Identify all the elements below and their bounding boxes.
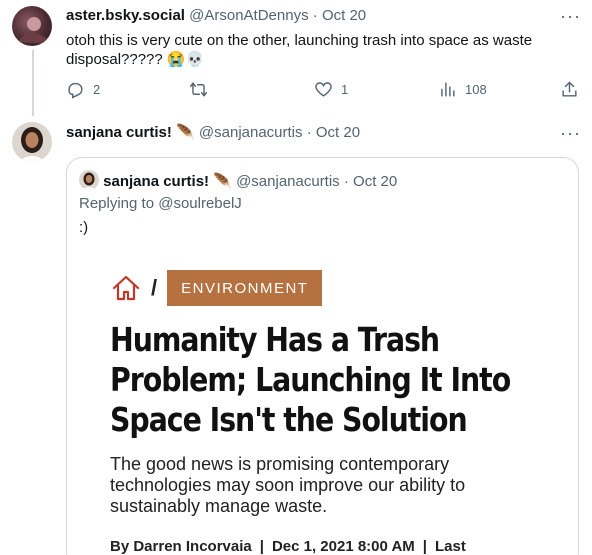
like-count: 1	[341, 82, 349, 97]
views-button[interactable]: 108	[438, 80, 487, 99]
like-button[interactable]: 1	[314, 80, 348, 99]
avatar-sanjana[interactable]	[12, 122, 52, 162]
breadcrumb-separator: /	[151, 275, 158, 300]
quote-text: :)	[79, 219, 89, 236]
handle[interactable]: @ArsonAtDennys	[189, 7, 308, 24]
more-options-button[interactable]: ···	[560, 124, 581, 142]
quote-dot-separator: ·	[343, 173, 349, 190]
quote-timestamp: Oct 20	[353, 173, 398, 190]
dot-separator: ·	[312, 7, 318, 24]
quote-badge-emoji: 🪶	[213, 173, 232, 190]
reply-button[interactable]: 2	[66, 80, 100, 99]
tweet2-header: sanjana curtis! 🪶 @sanjanacurtis · Oct 2…	[66, 123, 360, 143]
handle[interactable]: @sanjanacurtis	[199, 124, 303, 141]
article-date: Dec 1, 2021 8:00 AM	[271, 538, 415, 555]
reply-count: 2	[93, 82, 101, 97]
retweet-icon	[189, 82, 208, 97]
badge-emoji: 🪶	[176, 124, 195, 141]
category-tag[interactable]: ENVIRONMENT	[167, 270, 323, 306]
article-headline: Humanity Has a Trash Problem; Launching …	[110, 320, 511, 439]
heart-icon	[315, 82, 332, 97]
quote-handle: @sanjanacurtis	[236, 173, 340, 190]
byline-separator: |	[259, 538, 264, 555]
display-name[interactable]: sanjana curtis!	[66, 124, 172, 141]
share-button[interactable]	[560, 80, 587, 99]
article-image[interactable]: / ENVIRONMENT Humanity Has a Trash Probl…	[67, 258, 578, 555]
timestamp[interactable]: Oct 20	[316, 124, 360, 141]
tweet-aster[interactable]: aster.bsky.social @ArsonAtDennys · Oct 2…	[0, 0, 592, 116]
display-name[interactable]: aster.bsky.social	[66, 7, 185, 24]
tweet1-actions: 2 1 108	[66, 80, 586, 100]
quote-display-name: sanjana curtis!	[103, 173, 210, 190]
thread-line	[32, 50, 34, 116]
tweet-text: otoh this is very cute on the other, lau…	[66, 31, 566, 69]
emoji: 😭💀	[166, 51, 205, 68]
article-byline: By Darren Incorvaia | Dec 1, 2021 8:00 AM |…	[110, 538, 466, 555]
more-options-button[interactable]: ···	[560, 7, 581, 25]
share-icon	[562, 81, 577, 97]
quote-tweet-card[interactable]: sanjana curtis! 🪶 @sanjanacurtis · Oct 2…	[66, 157, 579, 555]
article-dek: The good news is promising contemporary …	[110, 454, 466, 516]
author: By Darren Incorvaia	[110, 538, 252, 555]
avatar-aster[interactable]	[12, 6, 52, 46]
quote-header: sanjana curtis! 🪶 @sanjanacurtis · Oct 2…	[79, 170, 397, 192]
quote-avatar	[79, 170, 99, 190]
retweet-button[interactable]	[189, 80, 216, 99]
replying-to[interactable]: Replying to @soulrebelJ	[79, 195, 242, 212]
view-count: 108	[465, 82, 487, 97]
last-updated: Last	[435, 538, 466, 555]
byline-separator: |	[422, 538, 427, 555]
tweet-body: otoh this is very cute on the other, lau…	[66, 32, 533, 68]
reply-icon	[68, 82, 83, 99]
timestamp[interactable]: Oct 20	[322, 7, 366, 24]
tweet1-header: aster.bsky.social @ArsonAtDennys · Oct 2…	[66, 6, 366, 26]
analytics-icon	[441, 82, 455, 97]
article-breadcrumb: / ENVIRONMENT	[111, 270, 323, 306]
home-icon[interactable]	[111, 274, 141, 302]
dot-separator: ·	[306, 124, 312, 141]
